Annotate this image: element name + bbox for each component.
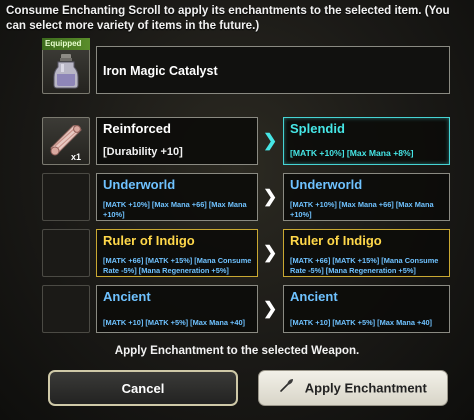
item-name: Iron Magic Catalyst [96, 46, 450, 94]
chevron-right-icon: ❯ [263, 243, 278, 262]
apply-enchantment-button[interactable]: Apply Enchantment [258, 370, 448, 406]
equipped-item-slot[interactable] [42, 46, 90, 94]
result-enchant-card: Splendid [MATK +10%] [Max Mana +8%] [283, 117, 450, 165]
result-enchant-card: Ancient [MATK +10] [MATK +5%] [Max Mana … [283, 285, 450, 333]
enchant-stats: [MATK +10%] [Max Mana +66] [Max Mana +10… [103, 200, 247, 219]
empty-slot [42, 229, 90, 277]
enchant-title: Underworld [290, 177, 363, 192]
footer-message: Apply Enchantment to the selected Weapon… [114, 344, 360, 357]
enchant-title: Ruler of Indigo [103, 233, 195, 248]
scroll-slot[interactable]: x1 [42, 117, 90, 165]
enchant-stats: [MATK +10] [MATK +5%] [Max Mana +40] [103, 318, 246, 327]
enchant-title: Splendid [290, 121, 345, 136]
result-enchant-card: Ruler of Indigo [MATK +66] [MATK +15%] [… [283, 229, 450, 277]
enchant-stats: [MATK +66] [MATK +15%] [Mana Consume Rat… [290, 256, 439, 275]
equipped-badge: Equipped [42, 38, 90, 50]
enchant-stats: [MATK +10%] [Max Mana +66] [Max Mana +10… [290, 200, 434, 219]
chevron-right-icon: ❯ [263, 131, 278, 150]
current-enchant-card: Ruler of Indigo [MATK +66] [MATK +15%] [… [96, 229, 258, 277]
scroll-count: x1 [71, 152, 82, 162]
potion-bottle-icon [53, 54, 79, 89]
empty-slot [42, 285, 90, 333]
quill-icon [279, 372, 295, 406]
enchant-title: Ruler of Indigo [290, 233, 382, 248]
current-enchant-card: Underworld [MATK +10%] [Max Mana +66] [M… [96, 173, 258, 221]
chevron-right-icon: ❯ [263, 187, 278, 206]
chevron-right-icon: ❯ [263, 299, 278, 318]
apply-enchantment-label: Apply Enchantment [304, 380, 427, 396]
enchant-title: Reinforced [103, 121, 171, 136]
empty-slot [42, 173, 90, 221]
enchant-stats: [Durability +10] [103, 146, 183, 158]
enchant-title: Ancient [103, 289, 151, 304]
enchant-stats: [MATK +10%] [Max Mana +8%] [290, 148, 414, 158]
enchant-title: Ancient [290, 289, 338, 304]
enchant-stats: [MATK +10] [MATK +5%] [Max Mana +40] [290, 318, 433, 327]
result-enchant-card: Underworld [MATK +10%] [Max Mana +66] [M… [283, 173, 450, 221]
scroll-icon [50, 125, 82, 156]
instruction-text: Consume Enchanting Scroll to apply its e… [6, 4, 450, 32]
current-enchant-card: Ancient [MATK +10] [MATK +5%] [Max Mana … [96, 285, 258, 333]
cancel-button[interactable]: Cancel [48, 370, 238, 406]
enchant-stats: [MATK +66] [MATK +15%] [Mana Consume Rat… [103, 256, 252, 275]
enchant-title: Underworld [103, 177, 176, 192]
current-enchant-card: Reinforced [Durability +10] [96, 117, 258, 165]
